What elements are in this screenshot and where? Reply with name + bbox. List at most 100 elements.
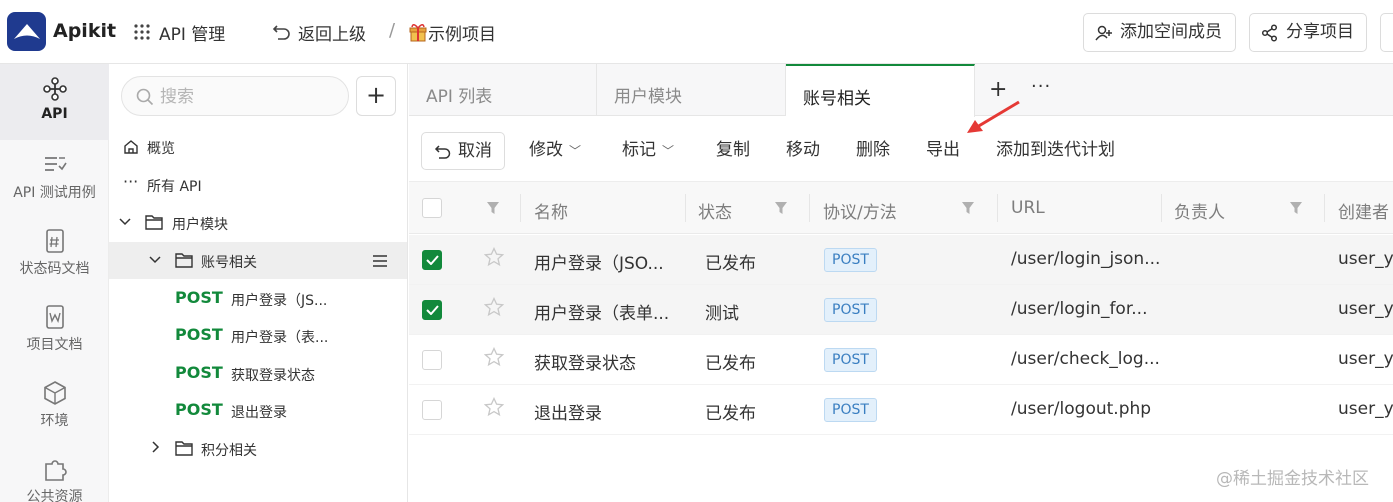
cancel-button[interactable]: 取消: [421, 132, 505, 170]
undo-icon: [434, 145, 451, 159]
filter-icon[interactable]: [774, 201, 788, 215]
share-icon: [1261, 24, 1278, 42]
column-header-name[interactable]: 名称: [534, 198, 568, 223]
table-row[interactable]: 退出登录 已发布 POST /user/logout.php user_ya: [409, 385, 1393, 435]
api-name[interactable]: 退出登录: [534, 399, 602, 424]
watermark: @稀土掘金技术社区: [1216, 469, 1369, 489]
delete-button[interactable]: 删除: [856, 132, 890, 170]
folder-icon: [175, 253, 193, 268]
add-member-button[interactable]: 添加空间成员: [1083, 13, 1236, 52]
mark-dropdown[interactable]: 标记 ﹀: [622, 132, 674, 170]
search-input[interactable]: [160, 85, 340, 109]
table-row[interactable]: 获取登录状态 已发布 POST /user/check_log... user_…: [409, 335, 1393, 385]
column-header-status[interactable]: 状态: [698, 198, 732, 223]
row-checkbox[interactable]: [422, 300, 442, 320]
filter-icon[interactable]: [1289, 201, 1303, 215]
rail-item-statuscode[interactable]: 状态码文档: [0, 216, 109, 292]
move-button[interactable]: 移动: [786, 132, 820, 170]
top-bar: Apikit API 管理 返回上级 / 示例项目 添加空间成员 分享项目: [0, 0, 1393, 64]
api-name: 用户登录（JS...: [231, 293, 328, 309]
copy-button[interactable]: 复制: [716, 132, 750, 170]
table-row[interactable]: 用户登录（JSO... 已发布 POST /user/login_json...…: [409, 235, 1393, 285]
tree-group-points[interactable]: 积分相关: [109, 430, 407, 467]
add-to-iteration-button[interactable]: 添加到迭代计划: [996, 132, 1115, 170]
filter-icon[interactable]: [961, 201, 975, 215]
rail-item-testcase[interactable]: API 测试用例: [0, 140, 109, 216]
star-icon[interactable]: [484, 347, 504, 367]
column-header-owner[interactable]: 负责人: [1174, 198, 1225, 223]
export-button[interactable]: 导出: [926, 132, 960, 170]
rail-label: 项目文档: [26, 337, 83, 353]
back-link[interactable]: 返回上级: [298, 20, 366, 45]
tree-group-user-module[interactable]: 用户模块: [109, 204, 407, 241]
rail-label: 环境: [40, 413, 69, 429]
select-all-checkbox[interactable]: [422, 198, 442, 218]
tree-item-all-api[interactable]: ··· 所有 API: [109, 166, 407, 203]
chevron-down-icon[interactable]: [119, 217, 131, 227]
menu-icon[interactable]: [372, 254, 388, 268]
more-tabs-icon[interactable]: ···: [1031, 76, 1051, 97]
api-manage-link[interactable]: API 管理: [159, 20, 225, 45]
api-url: /user/check_log...: [1011, 349, 1160, 369]
api-name[interactable]: 用户登录（JSO...: [534, 249, 664, 274]
chevron-down-icon: ﹀: [569, 144, 582, 158]
method-badge: POST: [824, 348, 877, 372]
move-label: 移动: [786, 140, 820, 160]
tree-label: 所有 API: [147, 179, 202, 195]
topbar-overflow-button[interactable]: [1380, 13, 1393, 52]
rail-item-environment[interactable]: 环境: [0, 368, 109, 444]
share-label: 分享项目: [1286, 22, 1354, 42]
apikit-logo-icon[interactable]: [7, 12, 46, 51]
column-divider: [685, 194, 686, 222]
chevron-right-icon[interactable]: [151, 441, 161, 453]
tree-group-account[interactable]: 账号相关: [109, 242, 407, 279]
row-checkbox[interactable]: [422, 350, 442, 370]
folder-icon: [175, 441, 193, 456]
tree-label: 概览: [147, 141, 175, 157]
status-badge: 已发布: [705, 354, 756, 374]
rail-item-api[interactable]: API: [0, 64, 109, 140]
export-label: 导出: [926, 140, 960, 160]
tree-api-item[interactable]: POST 退出登录: [109, 392, 407, 429]
tree-search[interactable]: [121, 76, 349, 116]
tab-bar: API 列表 用户模块 账号相关 + ···: [409, 64, 1393, 117]
tab-user-module[interactable]: 用户模块: [597, 64, 786, 116]
api-name[interactable]: 获取登录状态: [534, 349, 636, 374]
tree-api-item[interactable]: POST 获取登录状态: [109, 355, 407, 392]
filter-icon[interactable]: [486, 201, 500, 215]
tab-account[interactable]: 账号相关: [786, 64, 975, 117]
row-checkbox[interactable]: [422, 250, 442, 270]
column-divider: [1324, 194, 1325, 222]
api-name[interactable]: 用户登录（表单...: [534, 299, 669, 324]
star-icon[interactable]: [484, 297, 504, 317]
chevron-down-icon[interactable]: [149, 255, 161, 265]
share-button[interactable]: 分享项目: [1249, 13, 1367, 52]
back-arrow-icon[interactable]: [272, 23, 292, 41]
chevron-down-icon: ﹀: [662, 144, 675, 158]
folder-icon: [145, 215, 163, 230]
star-icon[interactable]: [484, 247, 504, 267]
column-header-protocol[interactable]: 协议/方法: [823, 198, 897, 223]
add-api-button[interactable]: +: [356, 76, 396, 116]
bulk-action-toolbar: 取消 修改 ﹀ 标记 ﹀ 复制 移动 删除 导出 添加到迭代计划: [409, 116, 1393, 182]
modify-dropdown[interactable]: 修改 ﹀: [529, 132, 581, 170]
grid-menu-icon[interactable]: [134, 24, 150, 40]
gift-icon: [409, 24, 427, 42]
star-icon[interactable]: [484, 397, 504, 417]
row-checkbox[interactable]: [422, 400, 442, 420]
tree-api-item[interactable]: POST 用户登录（表...: [109, 317, 407, 354]
tree-item-overview[interactable]: 概览: [109, 128, 407, 165]
column-header-creator[interactable]: 创建者: [1338, 198, 1389, 223]
tab-label: 账号相关: [803, 89, 871, 109]
tab-api-list[interactable]: API 列表: [409, 64, 597, 116]
rail-item-docs[interactable]: 项目文档: [0, 292, 109, 368]
modify-label: 修改: [529, 140, 563, 160]
rail-item-public-resource[interactable]: 公共资源: [0, 444, 109, 502]
table-row[interactable]: 用户登录（表单... 测试 POST /user/login_for... us…: [409, 285, 1393, 335]
brand-name: Apikit: [53, 20, 117, 42]
add-tab-icon[interactable]: +: [989, 77, 1007, 102]
main-content: API 列表 用户模块 账号相关 + ··· 取消 修改 ﹀ 标记 ﹀ 复制 移动 …: [409, 64, 1393, 502]
column-header-url[interactable]: URL: [1011, 198, 1045, 218]
project-name[interactable]: 示例项目: [428, 20, 496, 45]
tree-api-item[interactable]: POST 用户登录（JS...: [109, 280, 407, 317]
